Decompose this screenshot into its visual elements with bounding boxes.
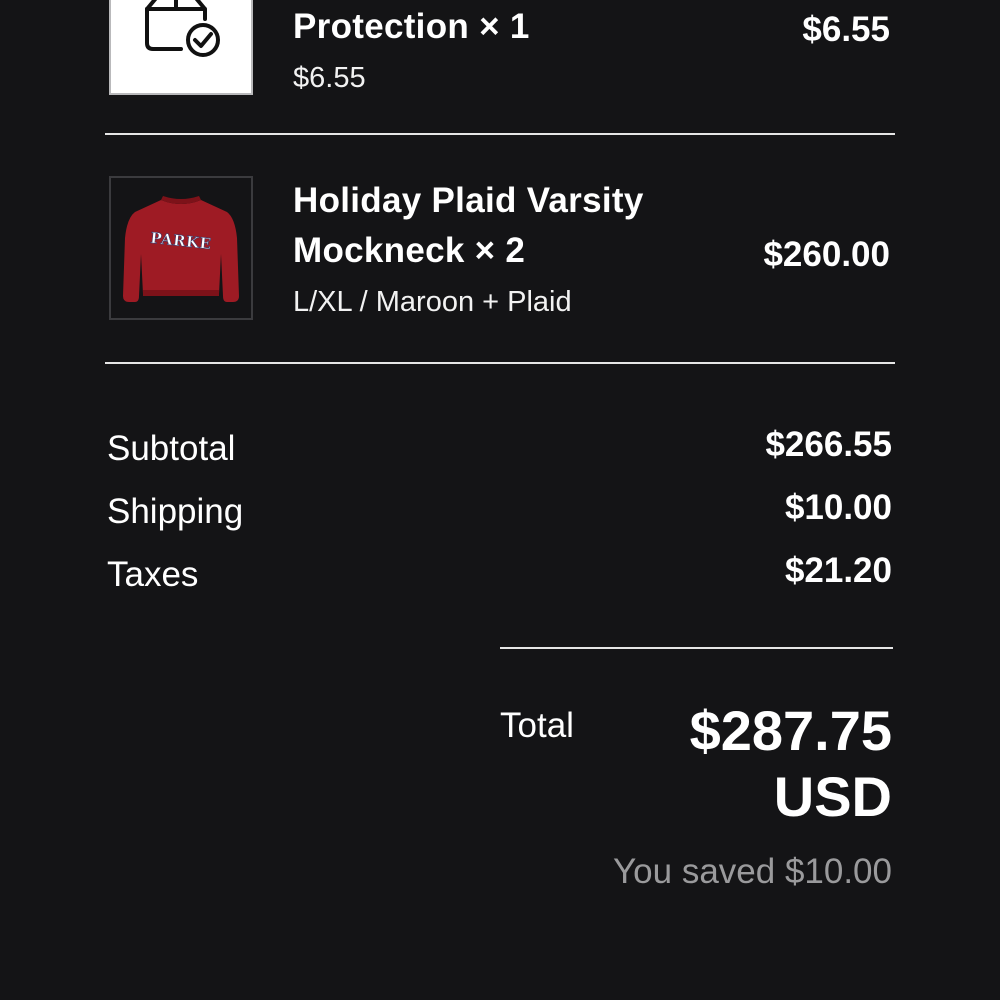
protection-item-unit-price: $6.55 (293, 62, 366, 94)
total-label: Total (500, 706, 574, 745)
product-price: $260.00 (763, 235, 890, 274)
total-divider (500, 647, 893, 649)
items-summary-divider (105, 362, 895, 364)
total-amount: $287.75 USD (572, 698, 892, 830)
subtotal-value: $266.55 (765, 425, 892, 464)
subtotal-label: Subtotal (107, 429, 236, 468)
taxes-label: Taxes (107, 555, 199, 594)
product-variant: L/XL / Maroon + Plaid (293, 286, 572, 318)
product-title-line2: Mockneck × 2 (293, 231, 526, 270)
product-title-line1: Holiday Plaid Varsity (293, 181, 644, 220)
package-protection-icon (145, 0, 220, 57)
item-divider (105, 133, 895, 135)
total-currency: USD (773, 765, 892, 828)
sweater-image: PARKE (123, 196, 239, 302)
shipping-value: $10.00 (784, 488, 892, 527)
total-amount-value: $287.75 (689, 699, 892, 762)
protection-item-price: $6.55 (802, 10, 890, 49)
savings-text: You saved $10.00 (613, 852, 892, 891)
order-summary: Protection × 1 $6.55 $6.55 PARKE Holiday… (0, 0, 1000, 1000)
taxes-value: $21.20 (784, 551, 892, 590)
protection-item-title: Protection × 1 (293, 7, 530, 46)
protection-thumbnail (109, 0, 253, 95)
product-thumbnail: PARKE (109, 176, 253, 320)
shipping-label: Shipping (107, 492, 244, 531)
